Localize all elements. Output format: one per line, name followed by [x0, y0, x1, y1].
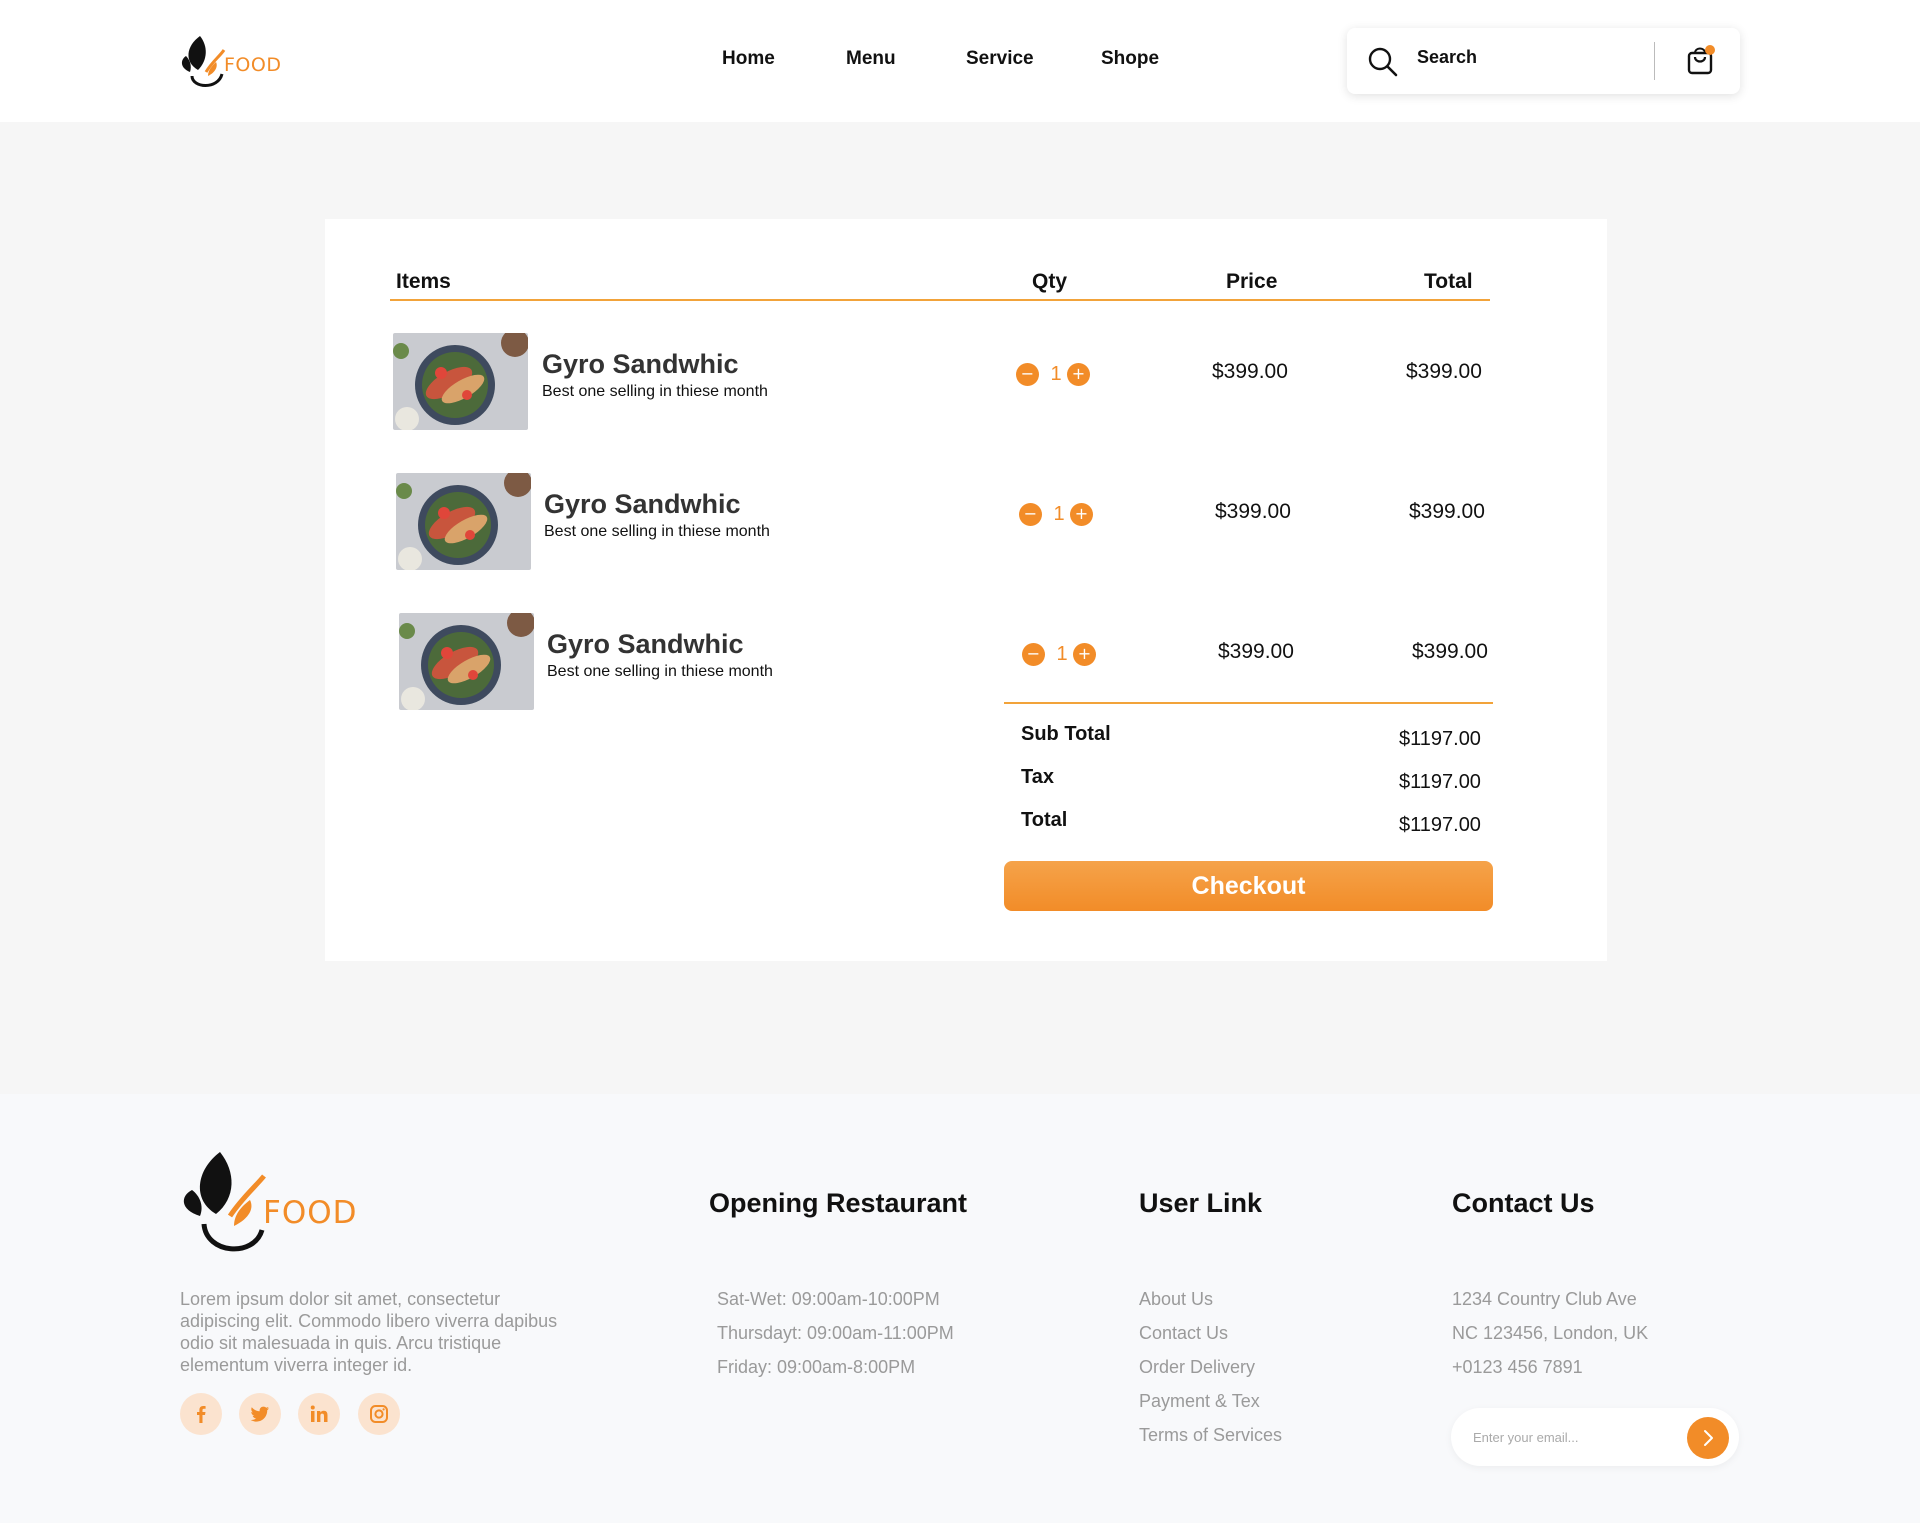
- column-header-qty: Qty: [1032, 270, 1068, 293]
- linkedin-button[interactable]: [298, 1393, 340, 1435]
- item-description: Best one selling in thiese month: [544, 523, 770, 540]
- item-total: $399.00: [1406, 360, 1482, 383]
- nav-menu[interactable]: Menu: [846, 48, 896, 70]
- email-field[interactable]: [1473, 1426, 1683, 1448]
- nav-service[interactable]: Service: [966, 48, 1034, 70]
- facebook-button[interactable]: [180, 1393, 222, 1435]
- decrease-qty-button[interactable]: −: [1022, 643, 1045, 666]
- footer-link-terms[interactable]: Terms of Services: [1139, 1425, 1282, 1446]
- quantity-stepper: − 1 +: [1022, 641, 1102, 667]
- cart-card: [325, 219, 1607, 961]
- nav-home[interactable]: Home: [722, 48, 775, 70]
- checkout-button[interactable]: Checkout: [1004, 861, 1493, 911]
- tax-value: $1197.00: [1399, 771, 1481, 793]
- quantity-stepper: − 1 +: [1019, 501, 1099, 527]
- site-header: FOOD Home Menu Service Shope Search: [0, 0, 1920, 122]
- footer-link-order-delivery[interactable]: Order Delivery: [1139, 1357, 1255, 1378]
- quantity-stepper: − 1 +: [1016, 361, 1096, 387]
- item-description: Best one selling in thiese month: [547, 663, 773, 680]
- subtotal-label: Sub Total: [1021, 723, 1111, 745]
- instagram-button[interactable]: [358, 1393, 400, 1435]
- summary-divider: [1004, 702, 1493, 704]
- food-image: [399, 613, 534, 710]
- opening-hours-line: Sat-Wet: 09:00am-10:00PM: [717, 1289, 940, 1309]
- nav-shope[interactable]: Shope: [1101, 48, 1159, 70]
- item-total: $399.00: [1412, 640, 1488, 663]
- item-price: $399.00: [1212, 360, 1288, 383]
- footer-link-about-us[interactable]: About Us: [1139, 1289, 1213, 1310]
- decrease-qty-button[interactable]: −: [1019, 503, 1042, 526]
- twitter-icon: [250, 1406, 269, 1422]
- footer-brand-logo[interactable]: FOOD: [178, 1150, 368, 1260]
- column-header-items: Items: [396, 270, 451, 293]
- search-icon[interactable]: [1367, 46, 1399, 78]
- item-description: Best one selling in thiese month: [542, 383, 768, 400]
- item-price: $399.00: [1218, 640, 1294, 663]
- tax-label: Tax: [1021, 766, 1054, 788]
- total-label: Total: [1021, 809, 1068, 831]
- increase-qty-button[interactable]: +: [1067, 363, 1090, 386]
- facebook-icon: [197, 1406, 206, 1423]
- item-price: $399.00: [1215, 500, 1291, 523]
- newsletter-form: [1451, 1408, 1739, 1466]
- contact-heading: Contact Us: [1452, 1188, 1595, 1218]
- footer-link-contact-us[interactable]: Contact Us: [1139, 1323, 1228, 1344]
- decrease-qty-button[interactable]: −: [1016, 363, 1039, 386]
- contact-address-line: 1234 Country Club Ave: [1452, 1289, 1637, 1309]
- header-divider: [390, 299, 1490, 301]
- email-submit-button[interactable]: [1687, 1417, 1729, 1459]
- opening-hours-heading: Opening Restaurant: [709, 1188, 968, 1218]
- logo-text: FOOD: [263, 1195, 358, 1231]
- quantity-value: 1: [1056, 643, 1068, 665]
- item-name: Gyro Sandwhic: [547, 629, 744, 659]
- item-total: $399.00: [1409, 500, 1485, 523]
- search-divider: [1654, 42, 1655, 80]
- food-image: [393, 333, 528, 430]
- contact-address-line: NC 123456, London, UK: [1452, 1323, 1649, 1343]
- chevron-right-icon: [1704, 1430, 1713, 1446]
- subtotal-value: $1197.00: [1399, 728, 1481, 750]
- user-link-heading: User Link: [1139, 1188, 1263, 1218]
- brand-logo[interactable]: FOOD: [178, 32, 282, 90]
- footer-link-payment-tex[interactable]: Payment & Tex: [1139, 1391, 1260, 1412]
- item-name: Gyro Sandwhic: [544, 489, 741, 519]
- search-label[interactable]: Search: [1417, 47, 1477, 68]
- column-header-price: Price: [1226, 270, 1278, 293]
- linkedin-icon: [310, 1405, 328, 1422]
- increase-qty-button[interactable]: +: [1070, 503, 1093, 526]
- instagram-icon: [370, 1405, 388, 1423]
- shopping-bag-icon[interactable]: [1684, 44, 1716, 76]
- increase-qty-button[interactable]: +: [1073, 643, 1096, 666]
- item-name: Gyro Sandwhic: [542, 349, 739, 379]
- logo-text: FOOD: [224, 54, 282, 76]
- total-value: $1197.00: [1399, 814, 1481, 836]
- search-bar[interactable]: Search: [1347, 28, 1740, 94]
- column-header-total: Total: [1424, 270, 1473, 293]
- opening-hours-line: Thursdayt: 09:00am-11:00PM: [717, 1323, 954, 1343]
- quantity-value: 1: [1053, 503, 1065, 525]
- contact-phone: +0123 456 7891: [1452, 1357, 1583, 1377]
- opening-hours-line: Friday: 09:00am-8:00PM: [717, 1357, 916, 1377]
- quantity-value: 1: [1050, 363, 1062, 385]
- twitter-button[interactable]: [239, 1393, 281, 1435]
- footer-about-text: Lorem ipsum dolor sit amet, consectetur …: [180, 1289, 558, 1375]
- food-image: [396, 473, 531, 570]
